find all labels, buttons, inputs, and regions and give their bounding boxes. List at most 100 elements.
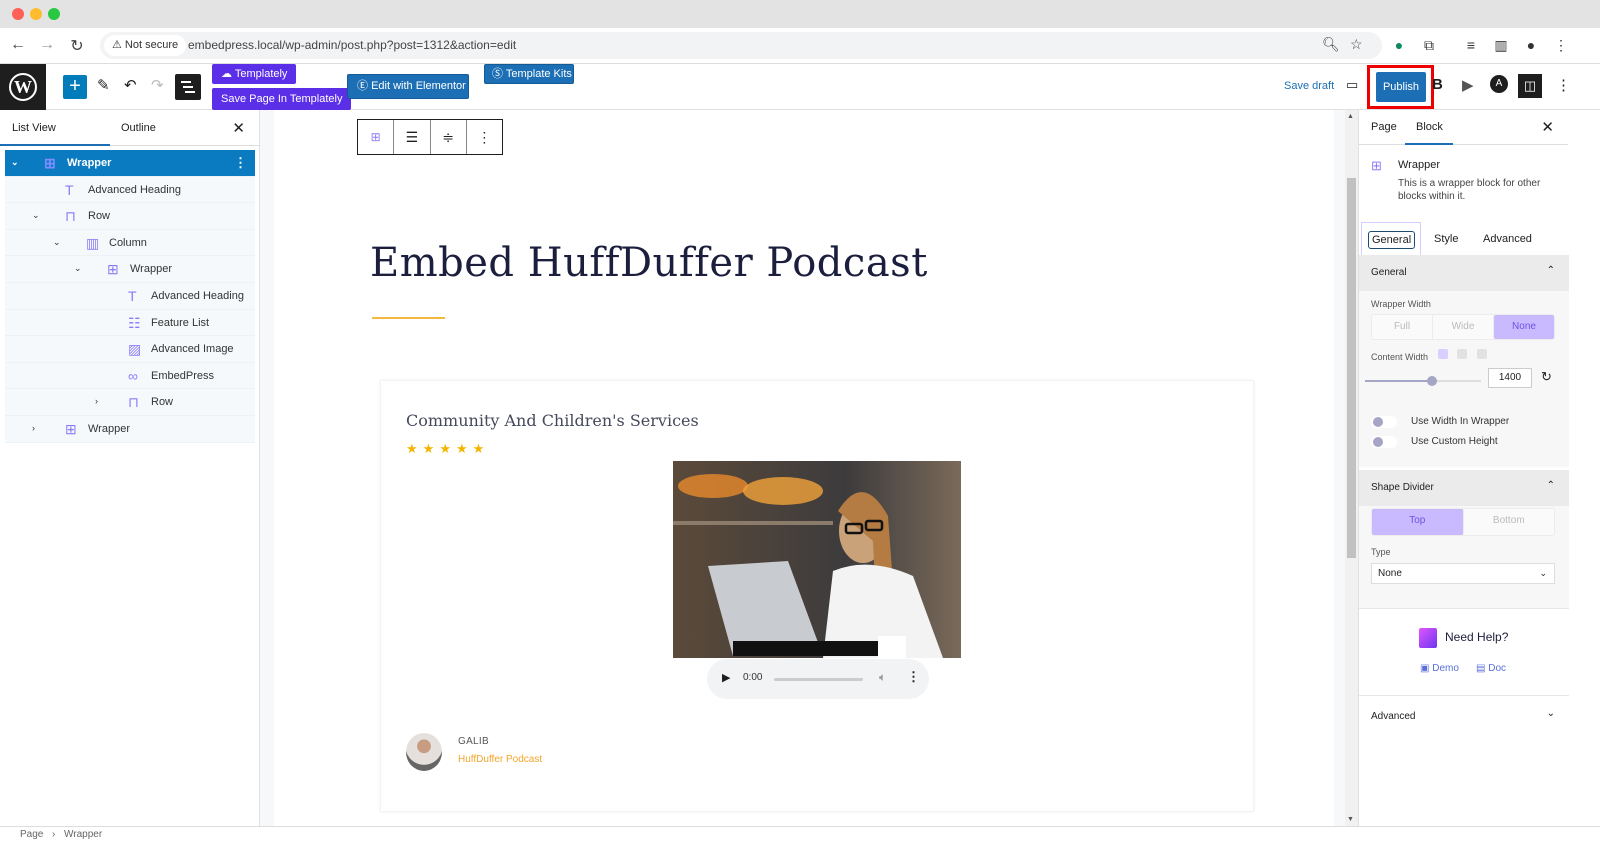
content-width-input[interactable]: 1400 [1488, 368, 1532, 388]
plugin-p-icon[interactable]: ▶ [1462, 76, 1474, 94]
redo-icon[interactable]: ↷ [151, 76, 164, 94]
list-item[interactable]: ▨ Advanced Image [5, 336, 255, 363]
preview-device-icon[interactable]: ▭ [1346, 77, 1358, 93]
list-item[interactable]: ☷ Feature List [5, 309, 255, 337]
page-title[interactable]: Embed HuffDuffer Podcast [370, 240, 928, 286]
wrapper-width-wide[interactable]: Wide [1433, 315, 1494, 339]
canvas-scrollbar[interactable]: ▲ ▼ [1345, 110, 1358, 826]
tab-page[interactable]: Page [1371, 121, 1397, 133]
undo-icon[interactable]: ↶ [124, 76, 137, 94]
list-item[interactable]: ⌄ ⊞ Wrapper [5, 256, 255, 283]
chevron-right-icon[interactable]: › [95, 396, 98, 406]
tablet-device-icon[interactable] [1457, 349, 1467, 359]
general-section-header[interactable]: General ⌃ [1359, 255, 1569, 291]
scrollbar-thumb[interactable] [1347, 178, 1356, 558]
mobile-device-icon[interactable] [1477, 349, 1487, 359]
chevron-down-icon[interactable]: ⌄ [74, 263, 82, 274]
close-window-button[interactable] [12, 8, 24, 20]
astra-icon[interactable]: A [1490, 75, 1508, 93]
sidepanel-icon[interactable]: ▥ [1492, 37, 1510, 54]
doc-link[interactable]: ▤ Doc [1476, 663, 1506, 674]
tab-outline[interactable]: Outline [121, 122, 156, 134]
profile-avatar[interactable]: ● [1522, 37, 1540, 53]
breadcrumb-wrapper[interactable]: Wrapper [64, 829, 102, 840]
list-item[interactable]: › ⊞ Wrapper [5, 415, 255, 443]
chevron-down-icon[interactable]: ⌄ [32, 210, 40, 221]
breadcrumb-page[interactable]: Page [20, 829, 43, 840]
document-overview-button[interactable] [175, 74, 201, 100]
subtab-advanced[interactable]: Advanced [1483, 233, 1532, 245]
chevron-right-icon[interactable]: › [32, 423, 35, 433]
save-in-templately-button[interactable]: Save Page In Templately [212, 88, 352, 110]
item-options-icon[interactable]: ⋮ [234, 155, 247, 171]
use-height-toggle[interactable] [1371, 436, 1397, 448]
subtab-style[interactable]: Style [1434, 233, 1458, 245]
shape-divider-header[interactable]: Shape Divider ⌃ [1359, 470, 1569, 506]
more-options-button[interactable]: ⋮ [467, 120, 502, 154]
list-item[interactable]: T Advanced Heading [5, 282, 255, 310]
close-icon[interactable]: ✕ [232, 119, 245, 137]
security-indicator[interactable]: ⚠ Not secure [104, 35, 187, 56]
list-item[interactable]: ∞ EmbedPress [5, 362, 255, 390]
forward-icon[interactable]: → [37, 36, 57, 54]
reload-icon[interactable]: ↻ [67, 36, 87, 56]
edit-with-elementor-button[interactable]: Ⓔ Edit with Elementor [347, 74, 469, 99]
maximize-window-button[interactable] [48, 8, 60, 20]
author-subtitle[interactable]: HuffDuffer Podcast [458, 754, 542, 765]
reset-icon[interactable]: ↻ [1541, 369, 1552, 385]
url-text[interactable]: embedpress.local/wp-admin/post.php?post=… [188, 32, 516, 59]
extensions-icon[interactable]: ⧉ [1420, 37, 1438, 54]
shape-divider-bottom[interactable]: Bottom [1464, 509, 1555, 535]
card-title[interactable]: Community And Children's Services [406, 411, 699, 430]
podcast-image[interactable] [673, 461, 961, 658]
back-icon[interactable]: ← [8, 36, 28, 54]
blockspare-icon[interactable]: B [1432, 76, 1443, 93]
wrapper-width-none[interactable]: None [1494, 315, 1554, 339]
settings-sidebar-toggle[interactable]: ◫ [1518, 74, 1542, 98]
chevron-down-icon[interactable]: ⌄ [53, 237, 61, 248]
chevron-down-icon[interactable]: ⌄ [11, 157, 19, 168]
list-item[interactable]: › ⊓ Row [5, 389, 255, 416]
audio-options-icon[interactable]: ⋮ [907, 669, 920, 685]
block-name: Wrapper [1398, 159, 1440, 171]
advanced-section-header[interactable]: Advanced ⌄ [1359, 696, 1569, 736]
wordpress-logo[interactable]: W [0, 64, 46, 110]
podcast-card[interactable]: Community And Children's Services ★ ★ ★ ★ ★ [380, 380, 1254, 812]
save-draft-button[interactable]: Save draft [1284, 80, 1334, 92]
list-item[interactable]: ⌄ ⊓ Row [5, 203, 255, 230]
media-icon[interactable]: ≡ [1462, 37, 1480, 53]
grammarly-icon[interactable]: ● [1390, 37, 1408, 53]
demo-link[interactable]: ▣ Demo [1420, 663, 1459, 674]
justify-button[interactable]: ≑ [431, 120, 467, 154]
template-kits-button[interactable]: Ⓢ Template Kits [484, 64, 574, 84]
zoom-icon[interactable]: 🔍︎ [1322, 36, 1340, 53]
play-icon[interactable]: ▶ [722, 671, 730, 684]
shape-divider-top[interactable]: Top [1372, 509, 1464, 535]
close-icon[interactable]: ✕ [1541, 118, 1554, 136]
list-item[interactable]: ⌄ ⊞ Wrapper ⋮ [5, 150, 255, 177]
bookmark-star-icon[interactable]: ☆ [1350, 36, 1363, 53]
desktop-device-icon[interactable] [1438, 349, 1448, 359]
menu-kebab-icon[interactable]: ⋮ [1552, 37, 1570, 54]
templately-button[interactable]: ☁ Templately [212, 64, 297, 84]
wrapper-width-full[interactable]: Full [1372, 315, 1433, 339]
options-kebab-icon[interactable]: ⋮ [1556, 76, 1571, 94]
minimize-window-button[interactable] [30, 8, 42, 20]
scroll-down-arrow[interactable]: ▼ [1347, 816, 1354, 823]
scroll-up-arrow[interactable]: ▲ [1347, 113, 1354, 120]
edit-pencil-icon[interactable]: ✎ [97, 76, 110, 94]
audio-progress-bar[interactable] [774, 678, 863, 681]
tab-list-view[interactable]: List View [12, 122, 56, 134]
url-omnibox[interactable]: ⚠ Not secure embedpress.local/wp-admin/p… [100, 32, 1382, 59]
tab-block[interactable]: Block [1416, 121, 1443, 133]
list-item[interactable]: ⌄ ▥ Column [5, 229, 255, 257]
content-width-slider[interactable] [1365, 376, 1481, 386]
align-button[interactable]: ☰ [394, 120, 431, 154]
volume-icon[interactable]: 🔈︎ [879, 670, 886, 685]
block-type-button[interactable]: ⊞ [358, 120, 395, 154]
add-block-button[interactable]: + [63, 75, 87, 99]
list-item[interactable]: T Advanced Heading [5, 176, 255, 204]
use-width-toggle[interactable] [1371, 416, 1397, 428]
shape-type-select[interactable]: None ⌄ [1371, 563, 1555, 584]
publish-button[interactable]: Publish [1376, 72, 1426, 102]
